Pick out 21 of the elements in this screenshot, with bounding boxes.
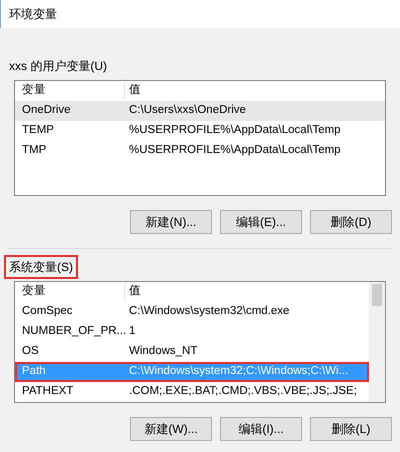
window-title: 环境变量 bbox=[0, 0, 400, 28]
column-header[interactable]: 值 bbox=[125, 82, 385, 100]
dialog-button[interactable]: 编辑(E)... bbox=[220, 210, 302, 234]
dialog-button[interactable]: 新建(N)... bbox=[130, 210, 212, 234]
column-header[interactable]: 值 bbox=[125, 283, 369, 301]
list-row[interactable]: NUMBER_OF_PR... 1 bbox=[15, 322, 369, 342]
group-label: 系统变量(S) bbox=[6, 257, 76, 277]
dialog-button[interactable]: 新建(W)... bbox=[130, 417, 212, 441]
list-row[interactable]: PATHEXT .COM;.EXE;.BAT;.CMD;.VBS;.VBE;.JS;.JSE; bbox=[15, 382, 369, 402]
list-row[interactable]: OneDrive C:\Users\xxs\OneDrive bbox=[15, 101, 385, 121]
list-row[interactable]: TEMP %USERPROFILE%\AppData\Local\Temp bbox=[15, 121, 385, 141]
dialog-button[interactable]: 删除(D) bbox=[310, 210, 392, 234]
column-header[interactable]: 变量 bbox=[15, 82, 125, 100]
list-row[interactable]: OS Windows_NT bbox=[15, 342, 369, 362]
scrollbar[interactable] bbox=[369, 282, 385, 402]
list-row[interactable]: TMP %USERPROFILE%\AppData\Local\Temp bbox=[15, 141, 385, 161]
dialog-button[interactable]: 删除(L) bbox=[310, 417, 392, 441]
column-header[interactable]: 变量 bbox=[15, 283, 125, 301]
group-label: xxs 的用户变量(U) bbox=[8, 58, 108, 75]
dialog-button[interactable]: 编辑(I)... bbox=[220, 417, 302, 441]
list-row[interactable]: ComSpec C:\Windows\system32\cmd.exe bbox=[15, 302, 369, 322]
